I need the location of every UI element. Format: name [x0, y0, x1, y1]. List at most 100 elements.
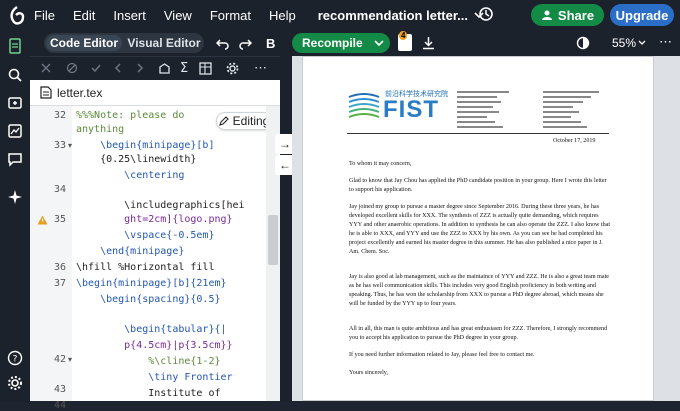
- paragraph: Jay joined my group to pursue a master d…: [349, 204, 611, 255]
- pane-splitter[interactable]: [280, 30, 292, 401]
- redo-icon[interactable]: [238, 36, 252, 50]
- ai-sparkle-icon[interactable]: [7, 189, 23, 205]
- settings-gear-icon[interactable]: [7, 375, 23, 391]
- pdf-page[interactable]: 前沿科学技术研究院 FIST October 17, 2019 To whom …: [302, 56, 654, 401]
- editor-scrollbar-thumb[interactable]: [268, 215, 278, 265]
- contrast-icon[interactable]: [576, 36, 590, 50]
- menu-file[interactable]: File: [34, 8, 55, 23]
- sigma-icon[interactable]: Σ: [180, 61, 188, 76]
- menu-view[interactable]: View: [164, 8, 192, 23]
- line-number: 44: [53, 400, 66, 411]
- warning-icon[interactable]: [37, 215, 48, 225]
- editor-toolbar: Code Editor Visual Editor B: [30, 30, 280, 56]
- pencil-icon: [218, 116, 229, 126]
- settings-gear-icon[interactable]: [226, 62, 239, 75]
- code-line: Institute of: [76, 388, 221, 399]
- more-options-icon[interactable]: ⋯: [254, 60, 267, 76]
- code-editor-tab[interactable]: Code Editor: [46, 35, 122, 51]
- search-icon[interactable]: [7, 67, 23, 83]
- chevron-right-icon[interactable]: [134, 62, 146, 74]
- zoom-level[interactable]: 55%: [612, 36, 636, 50]
- code-line: {0.25\linewidth}: [76, 154, 197, 165]
- visual-editor-tab[interactable]: Visual Editor: [126, 35, 202, 51]
- line-gutter: 32 33 ▾ 34 35 36 37 42 ▾ 43 44: [30, 106, 72, 411]
- line-number: 43: [53, 384, 66, 395]
- paragraph: Jay is also good at lab management, such…: [349, 274, 609, 307]
- code-area[interactable]: %%%Note: please do anything \begin{minip…: [76, 106, 266, 401]
- logs-badge: 4: [399, 31, 408, 40]
- code-editor-pane: Code Editor Visual Editor B Σ ⋯ letter.t…: [30, 30, 284, 411]
- chevron-left-icon[interactable]: [112, 62, 124, 74]
- letter-date: October 17, 2019: [553, 138, 596, 144]
- code-line: \begin{tabular}{|: [76, 324, 227, 335]
- line-number: 33: [53, 140, 66, 151]
- history-icon[interactable]: [478, 6, 494, 27]
- check-icon[interactable]: [90, 62, 102, 74]
- line-number: 37: [53, 278, 66, 289]
- code-line: \hfill %Horizontal fill: [76, 262, 215, 273]
- recompile-button[interactable]: Recompile: [292, 33, 390, 53]
- code-line: anything: [76, 124, 125, 135]
- code-line: \includegraphics[hei: [76, 200, 245, 211]
- menu-insert[interactable]: Insert: [113, 8, 146, 23]
- undo-icon[interactable]: [216, 36, 230, 50]
- line-number: 42: [53, 354, 66, 365]
- editing-label: Editing: [232, 114, 270, 128]
- menu-bar: File Edit Insert View Format Help: [34, 8, 314, 23]
- paragraph: All in all, this man is quite ambitious …: [349, 326, 608, 341]
- preview-scrollbar[interactable]: [662, 56, 680, 401]
- code-line: \end{minipage}: [76, 246, 185, 257]
- file-tab[interactable]: letter.tex: [30, 80, 280, 106]
- block-icon[interactable]: [66, 62, 78, 74]
- insert-figure-icon[interactable]: [158, 62, 171, 75]
- paragraph: Glad to know that Jay Chou has applied t…: [349, 178, 607, 193]
- editor-mode-toggle: Code Editor Visual Editor: [44, 33, 204, 53]
- code-line: \vspace{-0.5em}: [76, 230, 215, 241]
- salutation: To whom it may concern,: [349, 161, 412, 167]
- svg-text:?: ?: [13, 355, 18, 365]
- code-line: p{4.5cm}|p{3.5cm}}: [76, 340, 233, 351]
- chevron-down-icon[interactable]: [638, 40, 646, 46]
- table-icon[interactable]: [199, 62, 212, 75]
- more-options-icon[interactable]: ⋯: [659, 34, 672, 50]
- menu-edit[interactable]: Edit: [73, 8, 95, 23]
- paragraph: If you need further information related …: [349, 352, 535, 358]
- help-icon[interactable]: ?: [7, 350, 23, 366]
- code-line: ght=2cm]{logo.png}: [76, 214, 233, 225]
- menu-help[interactable]: Help: [269, 8, 296, 23]
- logo-wordmark: FIST: [383, 96, 439, 123]
- project-title[interactable]: recommendation letter...: [318, 8, 468, 23]
- pdf-preview-pane: Recompile 4 55% ⋯ 前沿科学技术研究院 FIST October…: [292, 30, 680, 401]
- chat-icon[interactable]: [7, 151, 23, 167]
- editor-toolbar-secondary: Σ ⋯: [30, 56, 280, 80]
- bold-icon[interactable]: B: [266, 36, 275, 51]
- file-name: letter.tex: [57, 85, 103, 100]
- line-number: 32: [53, 110, 66, 121]
- line-number: 34: [53, 184, 66, 195]
- upgrade-button[interactable]: Upgrade: [610, 4, 674, 26]
- fold-chevron-icon[interactable]: ▾: [68, 355, 72, 364]
- overleaf-logo-icon[interactable]: [0, 0, 34, 30]
- left-rail: ?: [0, 30, 30, 401]
- code-line: \tiny Frontier: [76, 372, 233, 383]
- recompile-label: Recompile: [302, 36, 363, 50]
- file-tree-icon[interactable]: [7, 38, 23, 54]
- logs-icon[interactable]: 4: [398, 31, 412, 51]
- user-icon: [541, 10, 552, 20]
- fold-chevron-icon[interactable]: ▾: [68, 141, 72, 150]
- line-number: 36: [53, 262, 66, 273]
- code-line: \begin{minipage}[b]{21em}: [76, 278, 227, 289]
- code-line: \centering: [76, 170, 185, 181]
- review-icon[interactable]: [7, 123, 23, 139]
- menu-format[interactable]: Format: [210, 8, 251, 23]
- top-bar: File Edit Insert View Format Help recomm…: [0, 0, 680, 30]
- download-icon[interactable]: [422, 36, 435, 50]
- letterhead-address-cn: [543, 91, 603, 131]
- code-line: %%%Note: please do: [76, 110, 185, 121]
- integrations-icon[interactable]: [7, 95, 23, 111]
- closing: Yours sincerely,: [349, 370, 388, 376]
- close-icon[interactable]: [40, 62, 52, 74]
- share-button[interactable]: Share: [531, 4, 604, 26]
- chevron-down-icon[interactable]: [374, 39, 384, 47]
- fist-logo-mark-icon: [347, 91, 381, 121]
